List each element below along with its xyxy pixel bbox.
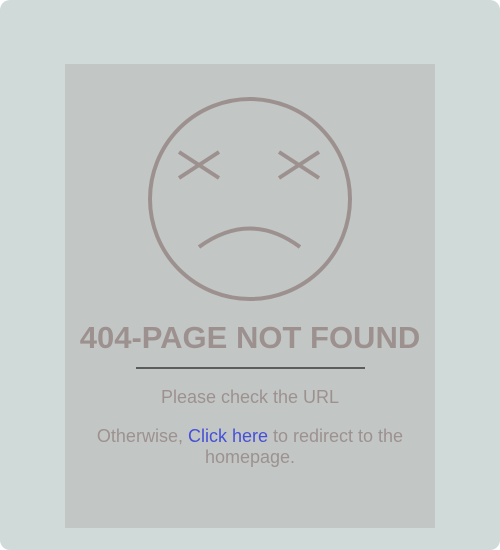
homepage-link[interactable]: Click here [188, 426, 268, 446]
redirect-text: Otherwise, Click here to redirect to the… [85, 426, 415, 468]
error-title: 404-PAGE NOT FOUND [79, 320, 421, 355]
title-divider [136, 367, 365, 369]
sad-face-x-eyes-icon [148, 97, 352, 301]
redirect-prefix: Otherwise, [96, 426, 188, 446]
page-background: 404-PAGE NOT FOUND Please check the URL … [0, 0, 500, 550]
error-panel: 404-PAGE NOT FOUND Please check the URL … [65, 64, 435, 528]
error-message: Please check the URL [160, 387, 340, 407]
